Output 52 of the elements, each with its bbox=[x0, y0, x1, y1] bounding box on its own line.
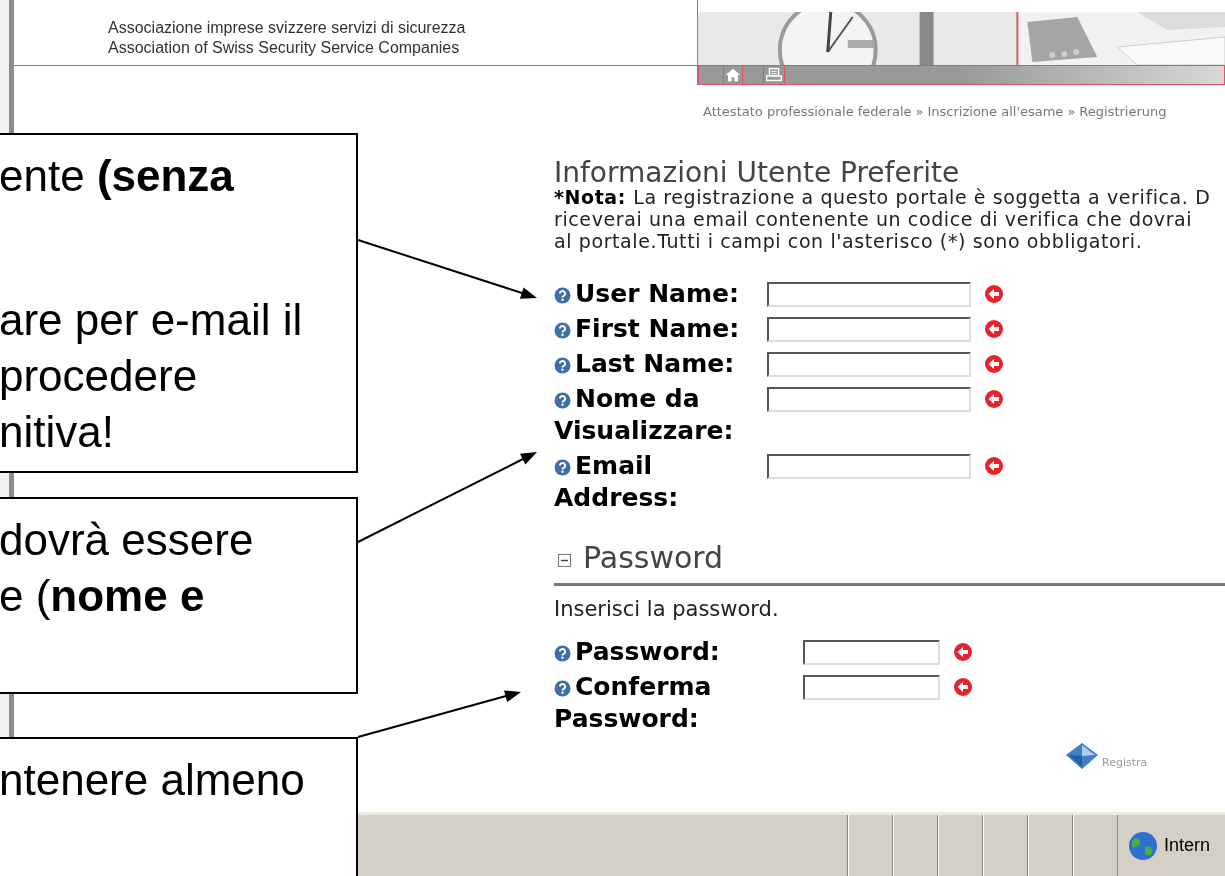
section-header[interactable]: Password bbox=[554, 541, 1225, 586]
breadcrumb-link[interactable]: Inscrizione all'esame bbox=[927, 104, 1064, 120]
register-button[interactable]: Registra bbox=[1065, 742, 1148, 770]
note-text: *Nota: La registrazione a questo portale è soggetta a verifica. D riceverai una email contenente un codice di verifica che dovrai al portale.Tutti i campi con l'asterisco (*) sono obbligatori. bbox=[554, 186, 1212, 252]
association-name: Association of Swiss Security Service Companies bbox=[108, 38, 461, 58]
input-field[interactable] bbox=[767, 387, 971, 412]
help-icon[interactable] bbox=[554, 287, 571, 304]
collapse-icon[interactable] bbox=[558, 553, 571, 567]
help-icon[interactable] bbox=[554, 322, 571, 339]
breadcrumb-link[interactable]: Registrierung bbox=[1079, 104, 1167, 120]
breadcrumb-separator: » bbox=[915, 104, 924, 120]
input-field[interactable] bbox=[803, 640, 940, 665]
field-label: Password: bbox=[554, 637, 720, 666]
callout-text: e (nome e bbox=[0, 570, 205, 622]
field-label: Nome da Visualizzare: bbox=[554, 384, 734, 445]
status-pane bbox=[1073, 815, 1118, 876]
zone-label: Intern bbox=[1164, 834, 1211, 857]
print-icon[interactable] bbox=[763, 66, 785, 84]
input-field[interactable] bbox=[767, 352, 971, 377]
diamond-icon bbox=[1065, 742, 1099, 770]
input-field[interactable] bbox=[767, 454, 971, 479]
breadcrumb-separator: » bbox=[1067, 104, 1076, 120]
help-icon[interactable] bbox=[554, 357, 571, 374]
callout-text: are per e-mail il bbox=[0, 294, 303, 346]
callout-text: ente (senza bbox=[0, 150, 234, 202]
home-icon[interactable] bbox=[723, 66, 743, 84]
association-name: Associazione imprese svizzere servizi di sicurezza bbox=[108, 18, 467, 38]
help-icon[interactable] bbox=[554, 459, 571, 476]
password-hint: Inserisci la password. bbox=[554, 598, 780, 620]
field-label: Conferma Password: bbox=[554, 672, 712, 733]
help-icon[interactable] bbox=[554, 392, 571, 409]
field-label: First Name: bbox=[554, 314, 740, 343]
callout-text: dovrà essere bbox=[0, 514, 254, 566]
field-label: Email Address: bbox=[554, 451, 679, 512]
help-icon[interactable] bbox=[554, 680, 571, 697]
callout-text: procedere bbox=[0, 350, 198, 402]
status-pane bbox=[938, 815, 983, 876]
globe-icon bbox=[1128, 830, 1158, 861]
callout-text: nitiva! bbox=[0, 406, 114, 458]
input-field[interactable] bbox=[803, 675, 940, 700]
status-pane bbox=[1028, 815, 1073, 876]
status-pane bbox=[983, 815, 1028, 876]
help-icon[interactable] bbox=[554, 645, 571, 662]
breadcrumb-link[interactable]: Attestato professionale federale bbox=[703, 104, 912, 120]
field-label: Last Name: bbox=[554, 349, 735, 378]
input-field[interactable] bbox=[767, 282, 971, 307]
status-pane bbox=[893, 815, 938, 876]
callout-text: ntenere almeno bbox=[0, 754, 305, 806]
form-title: Informazioni Utente Preferite bbox=[554, 160, 961, 186]
input-field[interactable] bbox=[767, 317, 971, 342]
field-label: User Name: bbox=[554, 279, 739, 308]
status-pane bbox=[848, 815, 893, 876]
